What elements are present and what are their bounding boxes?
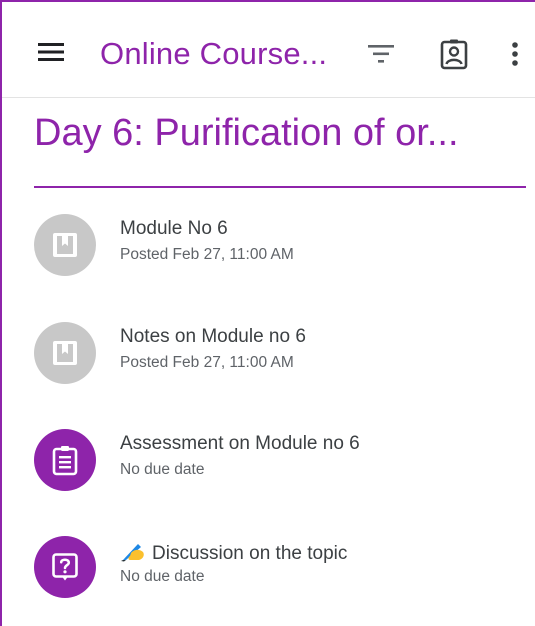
item-avatar	[34, 214, 96, 276]
classwork-item-assessment[interactable]: Assessment on Module no 6 No due date	[2, 429, 535, 519]
item-title: Notes on Module no 6	[120, 326, 306, 347]
class-title: Online Course...	[100, 36, 328, 71]
material-book-icon	[53, 233, 77, 257]
writing-hand-icon	[121, 544, 144, 562]
classwork-item-discussion[interactable]: Discussion on the topic No due date	[2, 536, 535, 626]
hamburger-menu-icon	[38, 43, 64, 61]
topic-title: Day 6: Purification of or...	[34, 112, 459, 154]
more-options-button[interactable]	[508, 38, 522, 70]
topic-divider	[34, 186, 526, 188]
item-title: Discussion on the topic	[120, 540, 347, 565]
item-subtitle: No due date	[120, 461, 205, 478]
menu-button[interactable]	[38, 42, 64, 62]
app-bar: Online Course...	[2, 2, 535, 98]
item-title: Module No 6	[120, 218, 228, 239]
classwork-item-notes[interactable]: Notes on Module no 6 Posted Feb 27, 11:0…	[2, 322, 535, 412]
item-subtitle: Posted Feb 27, 11:00 AM	[120, 246, 294, 263]
assignment-ind-icon	[440, 39, 468, 70]
question-icon	[52, 553, 78, 581]
filter-button[interactable]	[366, 42, 396, 66]
item-avatar	[34, 322, 96, 384]
item-subtitle: No due date	[120, 568, 205, 585]
item-title: Assessment on Module no 6	[120, 433, 360, 454]
item-subtitle: Posted Feb 27, 11:00 AM	[120, 354, 294, 371]
assignment-clipboard-icon	[52, 446, 78, 476]
filter-icon	[368, 45, 394, 63]
item-avatar	[34, 429, 96, 491]
classwork-item-module[interactable]: Module No 6 Posted Feb 27, 11:00 AM	[2, 214, 535, 304]
material-book-icon	[53, 341, 77, 365]
more-vert-icon	[512, 42, 518, 66]
app-frame: Online Course... Day 6: Purification of …	[0, 0, 535, 626]
people-button[interactable]	[439, 38, 469, 70]
item-avatar	[34, 536, 96, 598]
item-title-text: Discussion on the topic	[152, 543, 348, 564]
